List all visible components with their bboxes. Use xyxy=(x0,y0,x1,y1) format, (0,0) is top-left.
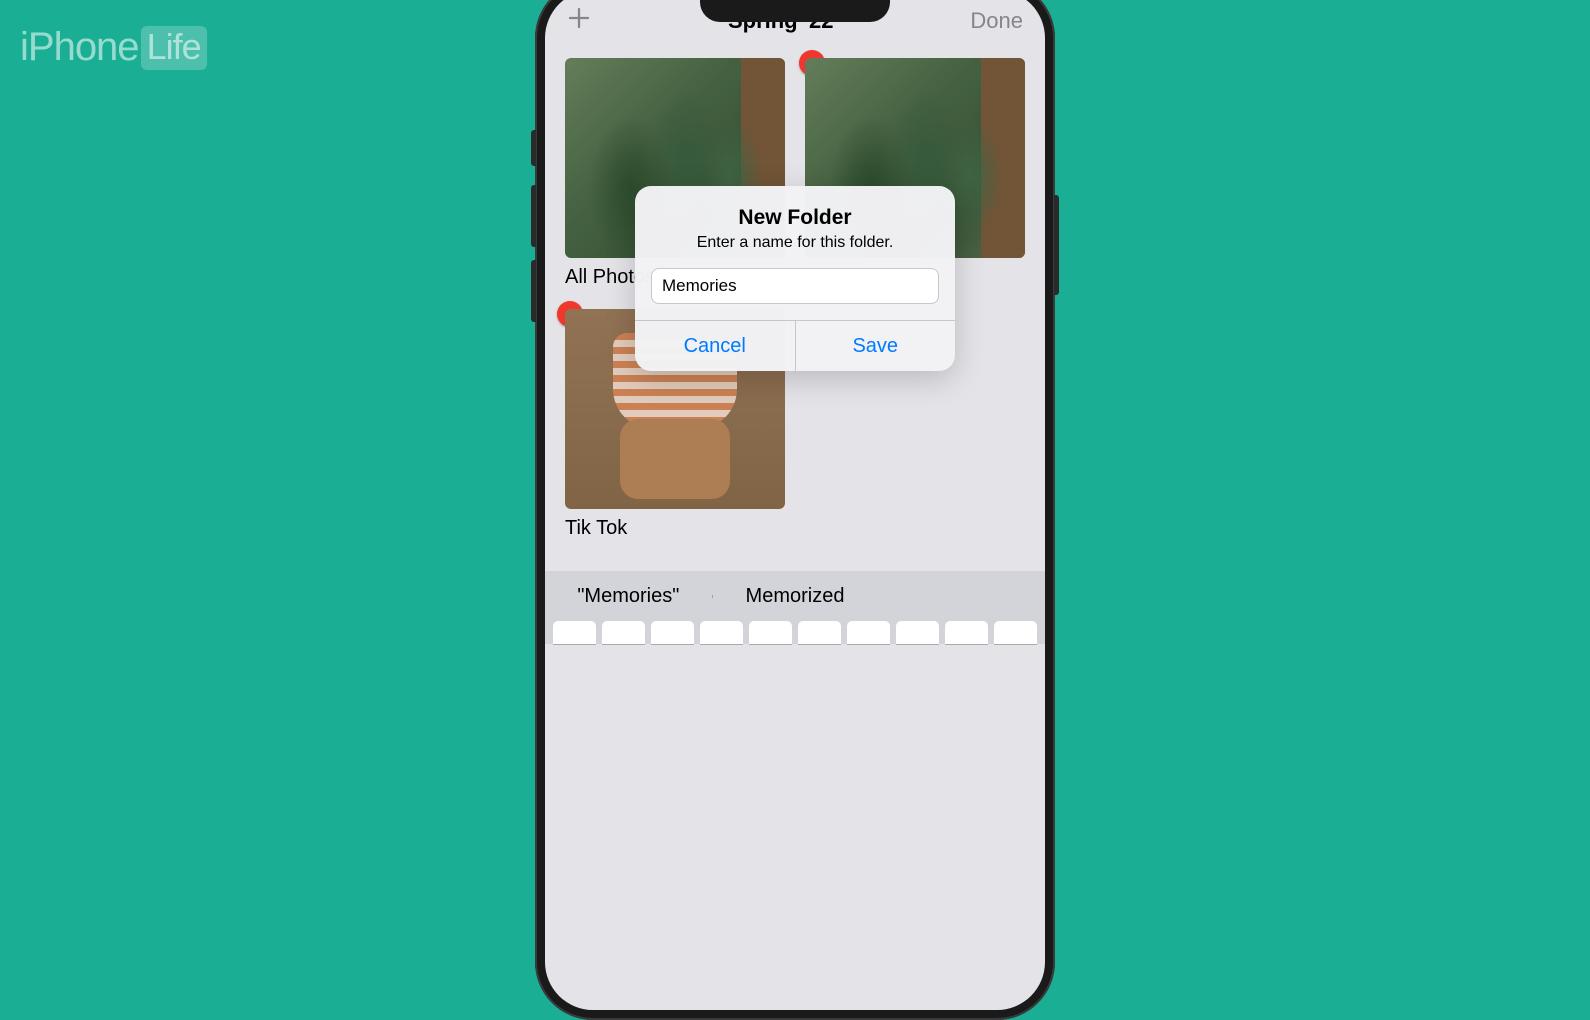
volume-up-button xyxy=(531,185,536,247)
watermark-logo: iPhone Life xyxy=(20,25,207,70)
keyboard-key[interactable] xyxy=(700,621,743,644)
cancel-button[interactable]: Cancel xyxy=(635,321,795,371)
keyboard-suggestion-bar: "Memories" Memorized xyxy=(545,571,1045,621)
keyboard-key[interactable] xyxy=(945,621,988,644)
modal-backdrop[interactable] xyxy=(545,0,1045,1010)
keyboard-key[interactable] xyxy=(651,621,694,644)
keyboard-key-row xyxy=(545,621,1045,644)
phone-frame: Spring '22 Done All Photos Tik Tok xyxy=(535,0,1055,1020)
keyboard-key[interactable] xyxy=(994,621,1037,644)
watermark-text-1: iPhone xyxy=(20,25,139,70)
keyboard-key[interactable] xyxy=(749,621,792,644)
folder-name-input[interactable] xyxy=(651,268,939,304)
dialog-button-row: Cancel Save xyxy=(635,320,955,371)
power-button xyxy=(1054,195,1059,295)
keyboard-key[interactable] xyxy=(847,621,890,644)
keyboard-suggestion[interactable]: Memorized xyxy=(712,585,879,608)
keyboard-key[interactable] xyxy=(798,621,841,644)
volume-down-button xyxy=(531,260,536,322)
dialog-subtitle: Enter a name for this folder. xyxy=(635,234,955,268)
keyboard-key[interactable] xyxy=(896,621,939,644)
keyboard-key[interactable] xyxy=(602,621,645,644)
dialog-title: New Folder xyxy=(635,186,955,234)
phone-notch xyxy=(700,0,890,22)
save-button[interactable]: Save xyxy=(795,321,956,371)
watermark-text-2: Life xyxy=(141,26,207,70)
keyboard-key[interactable] xyxy=(553,621,596,644)
keyboard-suggestion[interactable]: "Memories" xyxy=(545,585,712,608)
mute-switch xyxy=(531,130,536,166)
new-folder-dialog: New Folder Enter a name for this folder.… xyxy=(635,186,955,371)
phone-screen: Spring '22 Done All Photos Tik Tok xyxy=(545,0,1045,1010)
